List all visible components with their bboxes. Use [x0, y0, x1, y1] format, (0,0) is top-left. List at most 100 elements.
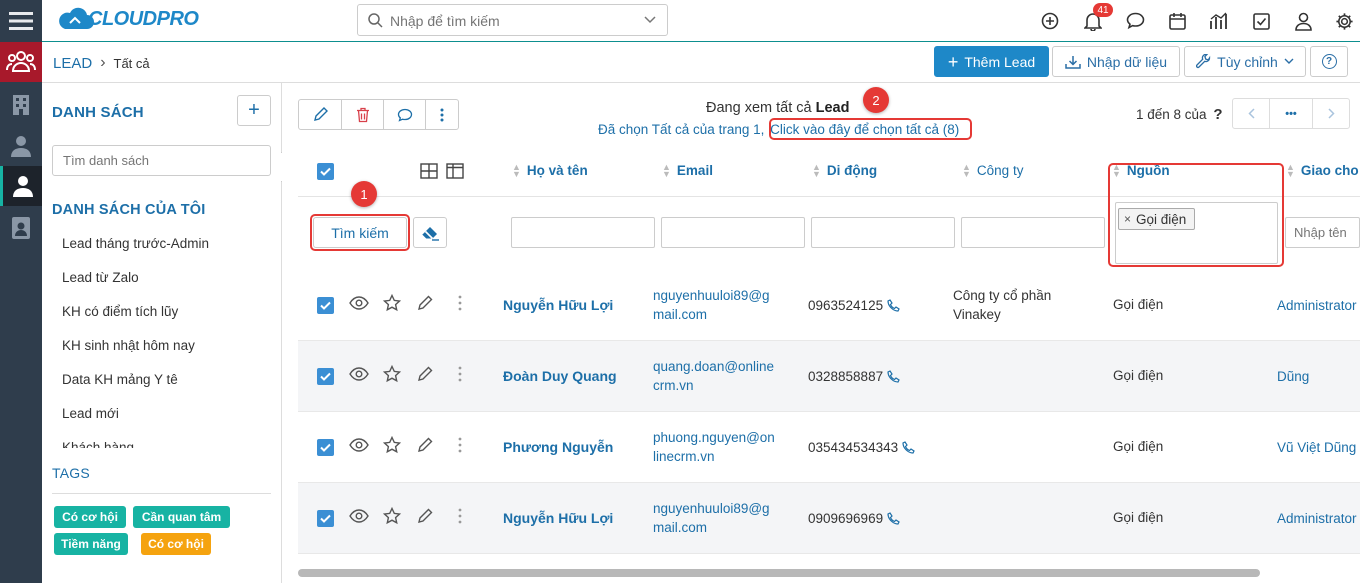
row-more-icon[interactable] [458, 437, 462, 456]
column-header-mobile[interactable]: ▲ ▼ Di động [812, 162, 877, 178]
row-name[interactable]: Đoàn Duy Quang [503, 367, 617, 386]
column-header-assignee[interactable]: ▲ ▼ Giao cho [1286, 162, 1359, 178]
tag-chip[interactable]: Cần quan tâm [133, 506, 230, 528]
grid-view-icon[interactable] [420, 163, 438, 182]
rail-item-contacts-icon[interactable] [0, 126, 42, 166]
row-name[interactable]: Phương Nguyễn [503, 438, 613, 457]
table-row[interactable]: Phương Nguyễn phuong.nguyen@on linecrm.vn… [298, 412, 1360, 483]
view-eye-icon[interactable] [349, 438, 369, 455]
tag-chip[interactable]: Có cơ hội [54, 506, 126, 528]
add-lead-button[interactable]: + Thêm Lead [934, 46, 1049, 77]
row-checkbox[interactable] [317, 510, 334, 527]
column-header-company[interactable]: ▲ ▼ Công ty [962, 162, 1023, 178]
filter-assignee-input[interactable] [1285, 217, 1360, 248]
rail-item-customers-icon[interactable] [0, 42, 42, 82]
phone-icon[interactable] [887, 370, 900, 383]
view-eye-icon[interactable] [349, 509, 369, 526]
phone-icon[interactable] [887, 512, 900, 525]
import-data-button[interactable]: Nhập dữ liệu [1052, 46, 1180, 77]
tag-chip[interactable]: Tiềm năng [54, 533, 128, 555]
row-assignee[interactable]: Administrator [1277, 509, 1360, 528]
edit-pencil-icon[interactable] [417, 366, 433, 385]
column-header-name[interactable]: ▲ ▼ Họ và tên [512, 162, 588, 178]
phone-icon[interactable] [902, 441, 915, 454]
user-profile-icon[interactable] [1290, 8, 1316, 34]
column-header-email[interactable]: ▲ ▼ Email [662, 162, 713, 178]
help-button[interactable]: ? [1310, 46, 1348, 77]
sidebar-list-item[interactable]: Lead tháng trước-Admin [62, 236, 209, 251]
row-name[interactable]: Nguyễn Hữu Lợi [503, 509, 613, 528]
row-more-icon[interactable] [458, 366, 462, 385]
horizontal-scrollbar[interactable] [298, 569, 1260, 577]
rail-item-leads-icon[interactable] [0, 166, 42, 206]
table-row[interactable]: Nguyễn Hữu Lợi nguyenhuuloi89@g mail.com … [298, 483, 1360, 554]
chevron-down-icon[interactable] [644, 16, 656, 24]
row-name[interactable]: Nguyễn Hữu Lợi [503, 296, 613, 315]
table-row[interactable]: Nguyễn Hữu Lợi nguyenhuuloi89@g mail.com … [298, 270, 1360, 341]
settings-gear-icon[interactable] [1331, 8, 1357, 34]
view-eye-icon[interactable] [349, 296, 369, 313]
row-email[interactable]: nguyenhuuloi89@g mail.com [653, 286, 770, 324]
table-row[interactable]: Đoàn Duy Quang quang.doan@online crm.vn 0… [298, 341, 1360, 412]
page-jump-button[interactable]: ••• [1269, 98, 1313, 129]
prev-page-button[interactable] [1232, 98, 1270, 129]
star-icon[interactable] [382, 293, 402, 315]
edit-pencil-icon[interactable] [417, 295, 433, 314]
edit-pencil-icon[interactable] [417, 437, 433, 456]
calendar-icon[interactable] [1164, 8, 1190, 34]
sidebar-list-item[interactable]: Lead mới [62, 406, 119, 421]
row-assignee[interactable]: Administrator [1277, 296, 1360, 315]
rail-item-profile-card-icon[interactable] [0, 208, 42, 248]
pagination-unknown[interactable]: ? [1213, 106, 1222, 123]
phone-icon[interactable] [887, 299, 900, 312]
row-checkbox[interactable] [317, 297, 334, 314]
edit-button[interactable] [298, 99, 342, 130]
row-mobile[interactable]: 0963524125 [808, 296, 900, 315]
row-more-icon[interactable] [458, 295, 462, 314]
filter-mobile-input[interactable] [811, 217, 955, 248]
filter-name-input[interactable] [511, 217, 655, 248]
view-eye-icon[interactable] [349, 367, 369, 384]
filter-email-input[interactable] [661, 217, 805, 248]
row-checkbox[interactable] [317, 368, 334, 385]
star-icon[interactable] [382, 506, 402, 528]
edit-pencil-icon[interactable] [417, 508, 433, 527]
row-email[interactable]: phuong.nguyen@on linecrm.vn [653, 428, 775, 466]
next-page-button[interactable] [1312, 98, 1350, 129]
sidebar-list-item[interactable]: Data KH mảng Y tê [62, 372, 178, 387]
rail-item-building-icon[interactable] [0, 84, 42, 124]
task-checkbox-icon[interactable] [1248, 8, 1274, 34]
row-mobile[interactable]: 0909696969 [808, 509, 900, 528]
global-search-box[interactable] [357, 4, 668, 36]
sidebar-list-item[interactable]: KH có điểm tích lũy [62, 304, 178, 319]
tag-chip[interactable]: Có cơ hội [141, 533, 211, 555]
hamburger-menu-icon[interactable] [0, 0, 42, 42]
sidebar-list-item-clipped[interactable]: Khách hàng [62, 439, 262, 448]
row-mobile[interactable]: 0328858887 [808, 367, 900, 386]
customize-button[interactable]: Tùy chỉnh [1184, 46, 1306, 77]
star-icon[interactable] [382, 364, 402, 386]
report-chart-icon[interactable] [1206, 8, 1232, 34]
row-email[interactable]: nguyenhuuloi89@g mail.com [653, 499, 770, 537]
row-assignee[interactable]: Vũ Việt Dũng [1277, 438, 1360, 457]
list-search-input[interactable] [52, 145, 271, 176]
row-mobile[interactable]: 035434534343 [808, 438, 915, 457]
column-layout-icon[interactable] [446, 163, 464, 182]
filter-company-input[interactable] [961, 217, 1105, 248]
sidebar-list-item[interactable]: Lead từ Zalo [62, 270, 139, 285]
row-more-icon[interactable] [458, 508, 462, 527]
delete-button[interactable] [341, 99, 384, 130]
comment-button[interactable] [383, 99, 426, 130]
clear-filter-button[interactable] [413, 217, 447, 248]
more-actions-button[interactable] [425, 99, 459, 130]
sidebar-list-item[interactable]: KH sinh nhật hôm nay [62, 338, 195, 353]
chat-icon[interactable] [1122, 8, 1148, 34]
add-icon[interactable] [1037, 8, 1063, 34]
brand-logo[interactable]: CLOUDPRO [56, 7, 199, 31]
row-checkbox[interactable] [317, 439, 334, 456]
breadcrumb-module[interactable]: LEAD [53, 55, 92, 72]
star-icon[interactable] [382, 435, 402, 457]
add-list-button[interactable]: + [237, 95, 271, 126]
row-assignee[interactable]: Dũng [1277, 367, 1360, 386]
global-search-input[interactable] [390, 11, 630, 31]
